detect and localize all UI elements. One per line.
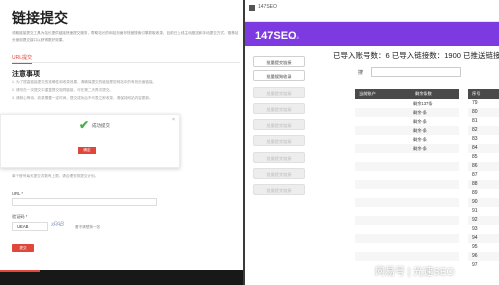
success-dialog bbox=[0, 114, 180, 168]
table-row[interactable] bbox=[355, 243, 459, 252]
url-label: URL * bbox=[12, 191, 24, 196]
table-row[interactable]: 剩余-条 bbox=[355, 144, 459, 153]
confirm-button[interactable]: 确定 bbox=[78, 147, 96, 154]
table-row[interactable]: 剩余-条 bbox=[355, 117, 459, 126]
side-button-disabled[interactable]: 批量提交链接 bbox=[253, 152, 305, 163]
index-cell: 97 bbox=[468, 261, 499, 270]
search-input[interactable] bbox=[371, 67, 461, 77]
note-item: 3. 请耐心等待，收录需要一定时间，提交成功后不代表立即收录，请保持网站内容更新… bbox=[12, 96, 153, 100]
footer-accent bbox=[0, 270, 40, 272]
table-row[interactable] bbox=[355, 234, 459, 243]
index-cell: 82 bbox=[468, 126, 499, 135]
import-stats: 已导入账号数：6 已导入链接数：1900 已推送链接数：78 bbox=[333, 51, 499, 60]
watermark: 网易号 | 光速SEO bbox=[375, 267, 455, 278]
table-row[interactable] bbox=[355, 252, 459, 261]
notes-heading: 注意事项 bbox=[12, 71, 40, 78]
table-row[interactable] bbox=[355, 225, 459, 234]
side-button-disabled[interactable]: 批量提交链接 bbox=[253, 184, 305, 195]
table-row[interactable] bbox=[355, 198, 459, 207]
captcha-image[interactable]: xPAB bbox=[51, 222, 71, 231]
side-button-disabled[interactable]: 批量提交链接 bbox=[253, 135, 305, 146]
note-item: 1. 为了提高链接提交的准确性和收录效果，请确保提交的链接是您网站中的有效页面链… bbox=[12, 80, 157, 84]
account-table: 当前账户 剩余条数 剩余137条 剩余-条 剩余-条 剩余-条 剩余-条 剩余-条 bbox=[355, 89, 459, 270]
index-cell: 85 bbox=[468, 153, 499, 162]
table-body: 剩余137条 剩余-条 剩余-条 剩余-条 剩余-条 剩余-条 bbox=[355, 99, 459, 270]
page-footer bbox=[0, 270, 243, 285]
header-remaining: 剩余条数 bbox=[415, 91, 432, 96]
index-cell: 94 bbox=[468, 234, 499, 243]
table-row[interactable]: 剩余-条 bbox=[355, 135, 459, 144]
tab-divider bbox=[12, 62, 240, 63]
table-row[interactable] bbox=[355, 162, 459, 171]
seo-app-window: 147SEO 147SEO v1.1.0 批量提交链接 批量搜狗收录 批量提交链… bbox=[245, 0, 499, 285]
quota-text: 单个账号每天提交次数有上限，请合理安排提交计划。 bbox=[12, 174, 99, 178]
table-row[interactable] bbox=[355, 171, 459, 180]
index-cell: 92 bbox=[468, 216, 499, 225]
captcha-input[interactable]: UEAB bbox=[12, 222, 48, 231]
page-title: 链接提交 bbox=[12, 10, 68, 26]
captcha-label: 验证码 * bbox=[12, 214, 28, 219]
app-version: v1.1.0 bbox=[289, 36, 299, 40]
note-item: 2. 请勿在一次提交中重复提交相同链接，可在第二天再次提交。 bbox=[12, 88, 114, 92]
index-cell: 95 bbox=[468, 243, 499, 252]
submit-button[interactable]: 提交 bbox=[12, 244, 34, 252]
side-button-disabled[interactable]: 批量提交链接 bbox=[253, 119, 305, 130]
window-title: 147SEO bbox=[258, 4, 277, 10]
index-cell: 93 bbox=[468, 225, 499, 234]
index-cell: 96 bbox=[468, 252, 499, 261]
check-glyph: ✔ bbox=[79, 118, 90, 132]
header-account: 当前账户 bbox=[359, 91, 376, 96]
window-titlebar bbox=[245, 0, 499, 22]
table-row[interactable]: 剩余-条 bbox=[355, 126, 459, 135]
index-cell: 86 bbox=[468, 162, 499, 171]
table-row[interactable] bbox=[355, 189, 459, 198]
index-cell: 89 bbox=[468, 189, 499, 198]
index-cell: 83 bbox=[468, 135, 499, 144]
side-button-disabled[interactable]: 批量提交链接 bbox=[253, 103, 305, 114]
index-cell: 90 bbox=[468, 198, 499, 207]
side-button-submit-links[interactable]: 批量提交链接 bbox=[253, 56, 305, 67]
index-cell: 81 bbox=[468, 117, 499, 126]
index-cell: 88 bbox=[468, 180, 499, 189]
side-button-sogou-index[interactable]: 批量搜狗收录 bbox=[253, 70, 305, 81]
table-header: 当前账户 剩余条数 bbox=[355, 89, 459, 99]
side-button-disabled[interactable]: 批量提交链接 bbox=[253, 168, 305, 179]
header-index: 序号 bbox=[468, 89, 499, 99]
dialog-message: 成功提交 bbox=[92, 123, 110, 128]
table-row[interactable]: 剩余137条 bbox=[355, 99, 459, 108]
table-row[interactable] bbox=[355, 207, 459, 216]
index-cell: 87 bbox=[468, 171, 499, 180]
index-table: 序号 79 80 81 82 83 84 85 86 87 88 89 90 91 92 93 94 95 96 9… bbox=[468, 89, 499, 270]
url-input[interactable] bbox=[12, 198, 157, 206]
table-row[interactable] bbox=[355, 153, 459, 162]
check-icon: ✔ bbox=[79, 118, 90, 132]
side-button-disabled[interactable]: 批量提交链接 bbox=[253, 87, 305, 98]
link-submit-page: 链接提交 领取链接提交工具为站长提供链接快速提交服务，帮助站长的网站页面尽快被搜… bbox=[0, 0, 243, 285]
table-row[interactable] bbox=[355, 216, 459, 225]
table-row[interactable]: 剩余-条 bbox=[355, 108, 459, 117]
index-body: 79 80 81 82 83 84 85 86 87 88 89 90 91 92 93 94 95 96 97 bbox=[468, 99, 499, 270]
index-cell: 79 bbox=[468, 99, 499, 108]
page-description: 领取链接提交工具为站长提供链接快速提交服务，帮助站长的网站页面尽快被搜索引擎抓取… bbox=[12, 31, 239, 42]
index-cell: 91 bbox=[468, 207, 499, 216]
index-cell: 80 bbox=[468, 108, 499, 117]
index-cell: 84 bbox=[468, 144, 499, 153]
refresh-captcha-link[interactable]: 看不清楚换一张 bbox=[75, 225, 100, 230]
table-row[interactable] bbox=[355, 180, 459, 189]
search-label: 搜 bbox=[358, 70, 364, 76]
close-icon[interactable]: × bbox=[172, 117, 175, 123]
app-icon bbox=[249, 5, 255, 11]
